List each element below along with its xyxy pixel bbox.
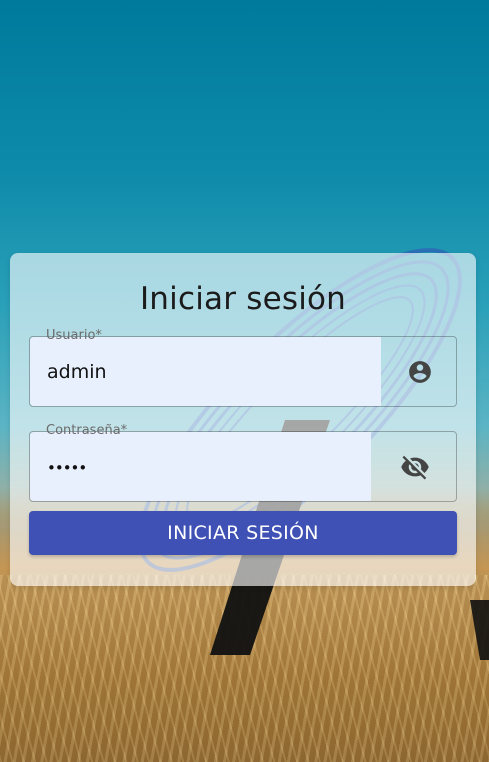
account-circle-icon [381,337,458,406]
login-page: Iniciar sesión Usuario* admin Contraseña… [0,0,489,762]
page-title: Iniciar sesión [139,281,347,317]
password-field[interactable]: Contraseña* ••••• [29,423,458,502]
username-input[interactable]: admin [47,361,367,383]
login-card: Iniciar sesión Usuario* admin Contraseña… [10,253,476,586]
password-label: Contraseña* [46,423,128,438]
password-input[interactable]: ••••• [47,459,367,477]
login-submit-button[interactable]: INICIAR SESIÓN [29,511,457,555]
visibility-off-icon[interactable] [371,432,458,501]
username-field[interactable]: Usuario* admin [29,328,458,407]
username-label: Usuario* [46,328,102,343]
